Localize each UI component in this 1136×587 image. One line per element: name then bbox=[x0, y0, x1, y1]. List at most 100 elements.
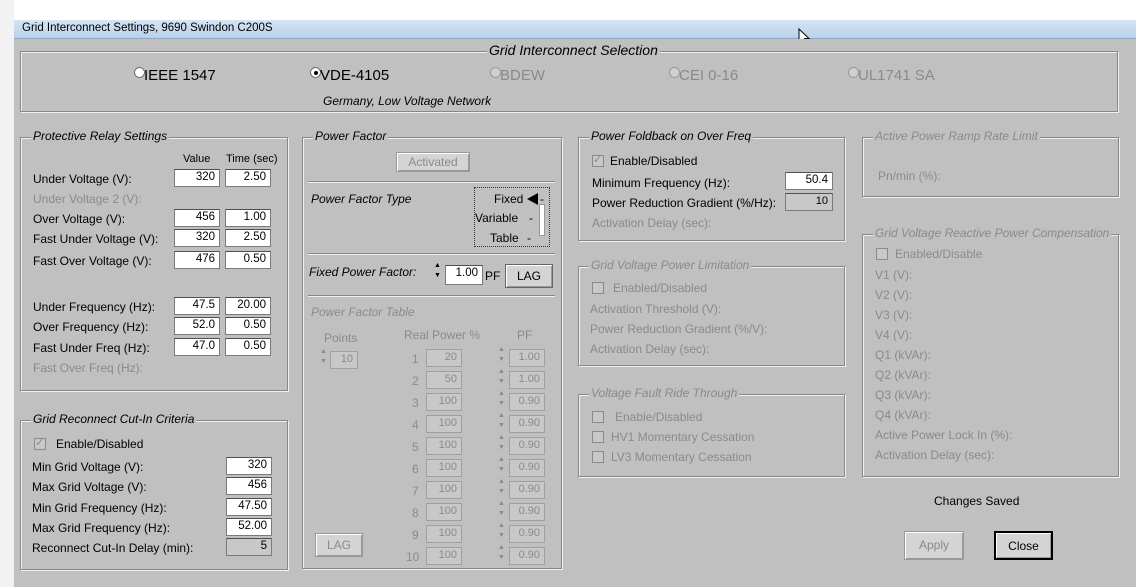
real-power-input[interactable]: 100 bbox=[426, 437, 462, 455]
apply-button[interactable]: Apply bbox=[904, 531, 964, 560]
pf-row-input[interactable]: 0.90 bbox=[509, 503, 545, 521]
gvpl-legend: Grid Voltage Power Limitation bbox=[589, 258, 752, 272]
gvpl-enable-checkbox[interactable] bbox=[592, 282, 604, 294]
pf-row-spinner[interactable] bbox=[498, 500, 507, 522]
fixed-pf-lag-button[interactable]: LAG bbox=[505, 264, 553, 288]
real-power-input[interactable]: 50 bbox=[426, 371, 462, 389]
reconnect-enable-checkbox[interactable] bbox=[34, 436, 46, 450]
activated-button[interactable]: Activated bbox=[396, 152, 470, 172]
real-power-input[interactable]: 100 bbox=[426, 525, 462, 543]
selected-arrow-icon bbox=[527, 193, 538, 205]
relay-value-input-6[interactable]: 52.0 bbox=[174, 317, 220, 335]
relay-label-6: Over Frequency (Hz): bbox=[33, 320, 149, 334]
relay-value-input-0[interactable]: 320 bbox=[174, 169, 220, 187]
pf-row-spinner[interactable] bbox=[498, 522, 507, 544]
pf-row-input[interactable]: 0.90 bbox=[509, 393, 545, 411]
list-dash: - bbox=[540, 192, 544, 206]
real-power-input[interactable]: 100 bbox=[426, 547, 462, 565]
real-power-input[interactable]: 100 bbox=[426, 415, 462, 433]
reconnect-label-2: Min Grid Frequency (Hz): bbox=[32, 501, 167, 515]
pf-row-input[interactable]: 0.90 bbox=[509, 547, 545, 565]
relay-value-input-3[interactable]: 320 bbox=[174, 229, 220, 247]
gvrpc-label-9: Activation Delay (sec): bbox=[875, 448, 995, 462]
reduction-gradient-input[interactable]: 10 bbox=[785, 193, 833, 211]
vfrt-label-0: Enable/Disabled bbox=[615, 410, 703, 424]
gvrpc-label-7: Q4 (kVAr): bbox=[875, 408, 931, 422]
min-frequency-input[interactable]: 50.4 bbox=[785, 172, 833, 190]
gvpl-delay-label: Activation Delay (sec): bbox=[590, 342, 710, 356]
pf-row-spinner[interactable] bbox=[498, 368, 507, 390]
standard-label-0: IEEE 1547 bbox=[144, 67, 216, 84]
relay-time-input-5[interactable]: 20.00 bbox=[225, 297, 271, 315]
real-power-input[interactable]: 100 bbox=[426, 503, 462, 521]
pf-row-number: 6 bbox=[412, 462, 419, 476]
relay-value-input-2[interactable]: 456 bbox=[174, 209, 220, 227]
relay-time-input-0[interactable]: 2.50 bbox=[225, 169, 271, 187]
reconnect-input-4[interactable]: 5 bbox=[226, 538, 272, 556]
vfrt-checkbox-2[interactable] bbox=[592, 451, 604, 463]
real-power-input[interactable]: 100 bbox=[426, 481, 462, 499]
reconnect-input-3[interactable]: 52.00 bbox=[226, 518, 272, 536]
pf-row-spinner[interactable] bbox=[498, 544, 507, 566]
pf-type-table[interactable]: Table bbox=[490, 231, 519, 245]
list-scrollbar[interactable] bbox=[539, 204, 545, 236]
gvrpc-label-1: V2 (V): bbox=[875, 288, 913, 302]
relay-time-input-3[interactable]: 2.50 bbox=[225, 229, 271, 247]
pf-row-spinner[interactable] bbox=[498, 412, 507, 434]
pf-row-spinner[interactable] bbox=[498, 434, 507, 456]
relay-value-input-5[interactable]: 47.5 bbox=[174, 297, 220, 315]
gvrpc-label-3: V4 (V): bbox=[875, 328, 913, 342]
pf-row-input[interactable]: 0.90 bbox=[509, 415, 545, 433]
reconnect-label-3: Max Grid Frequency (Hz): bbox=[32, 521, 171, 535]
relay-value-input-7[interactable]: 47.0 bbox=[174, 338, 220, 356]
reconnect-input-0[interactable]: 320 bbox=[226, 457, 272, 475]
vfrt-checkbox-0[interactable] bbox=[592, 411, 604, 423]
points-spinner[interactable] bbox=[320, 348, 329, 370]
standard-label-2: BDEW bbox=[500, 67, 545, 84]
pf-row-spinner[interactable] bbox=[498, 478, 507, 500]
pf-row-spinner[interactable] bbox=[498, 390, 507, 412]
pf-row-spinner[interactable] bbox=[498, 346, 507, 368]
pf-row-number: 8 bbox=[412, 506, 419, 520]
background-strip bbox=[0, 0, 14, 587]
fixed-pf-input[interactable]: 1.00 bbox=[445, 265, 483, 285]
real-power-input[interactable]: 100 bbox=[426, 393, 462, 411]
real-power-input[interactable]: 20 bbox=[426, 349, 462, 367]
relay-value-input-4[interactable]: 476 bbox=[174, 251, 220, 269]
points-input[interactable]: 10 bbox=[330, 351, 358, 369]
reconnect-input-1[interactable]: 456 bbox=[226, 477, 272, 495]
pf-row-input[interactable]: 0.90 bbox=[509, 481, 545, 499]
pf-row-number: 2 bbox=[412, 374, 419, 388]
relay-time-input-7[interactable]: 0.50 bbox=[225, 338, 271, 356]
close-button[interactable]: Close bbox=[994, 531, 1053, 560]
gvrpc-label-4: Q1 (kVAr): bbox=[875, 348, 931, 362]
pf-row-number: 10 bbox=[406, 550, 420, 564]
power-factor-legend: Power Factor bbox=[313, 129, 389, 143]
pf-row-input[interactable]: 0.90 bbox=[509, 525, 545, 543]
pf-type-fixed[interactable]: Fixed bbox=[494, 192, 523, 206]
pf-row-input[interactable]: 1.00 bbox=[509, 349, 545, 367]
fixed-pf-spinner[interactable] bbox=[434, 262, 443, 284]
reconnect-legend: Grid Reconnect Cut-In Criteria bbox=[31, 412, 197, 426]
reconnect-input-2[interactable]: 47.50 bbox=[226, 498, 272, 516]
pf-row-spinner[interactable] bbox=[498, 456, 507, 478]
reconnect-label-0: Min Grid Voltage (V): bbox=[32, 460, 144, 474]
relay-time-input-6[interactable]: 0.50 bbox=[225, 317, 271, 335]
relay-label-2: Over Voltage (V): bbox=[33, 212, 126, 226]
pf-table-legend: Power Factor Table bbox=[311, 305, 415, 319]
reduction-gradient-label: Power Reduction Gradient (%/Hz): bbox=[592, 196, 777, 210]
gvrpc-label-8: Active Power Lock In (%): bbox=[875, 428, 1013, 442]
gvrpc-label-6: Q3 (kVAr): bbox=[875, 388, 931, 402]
pf-type-variable[interactable]: Variable bbox=[475, 211, 518, 225]
foldback-enable-checkbox[interactable] bbox=[592, 153, 604, 167]
pf-row-input[interactable]: 0.90 bbox=[509, 459, 545, 477]
relay-time-input-4[interactable]: 0.50 bbox=[225, 251, 271, 269]
pf-row-input[interactable]: 1.00 bbox=[509, 371, 545, 389]
list-dash: - bbox=[529, 211, 533, 225]
real-power-input[interactable]: 100 bbox=[426, 459, 462, 477]
vfrt-checkbox-1[interactable] bbox=[592, 431, 604, 443]
relay-time-input-2[interactable]: 1.00 bbox=[225, 209, 271, 227]
gvrpc-enable-checkbox[interactable] bbox=[876, 248, 888, 260]
pf-row-input[interactable]: 0.90 bbox=[509, 437, 545, 455]
table-lag-button[interactable]: LAG bbox=[315, 533, 363, 557]
